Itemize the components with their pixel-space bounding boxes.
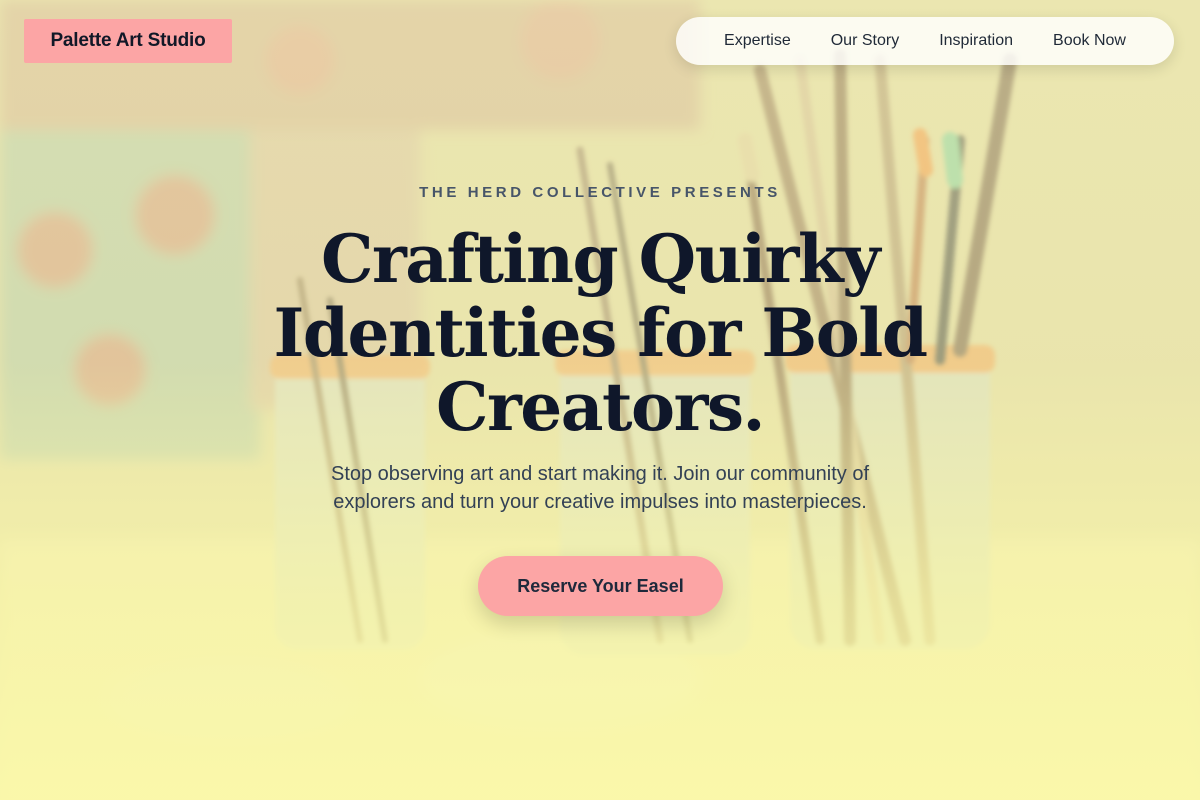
hero-subtitle: Stop observing art and start making it. …: [330, 463, 870, 513]
reserve-easel-button[interactable]: Reserve Your Easel: [478, 556, 723, 616]
main-nav: Expertise Our Story Inspiration Book Now: [676, 17, 1174, 65]
nav-item-expertise[interactable]: Expertise: [724, 32, 791, 50]
hero-kicker: THE HERD COLLECTIVE PRESENTS: [419, 184, 781, 201]
nav-item-our-story[interactable]: Our Story: [831, 32, 899, 50]
nav-item-inspiration[interactable]: Inspiration: [939, 32, 1013, 50]
brand-logo[interactable]: Palette Art Studio: [24, 19, 232, 63]
nav-item-book-now[interactable]: Book Now: [1053, 32, 1126, 50]
hero-headline: Crafting Quirky Identities for Bold Crea…: [273, 220, 928, 446]
